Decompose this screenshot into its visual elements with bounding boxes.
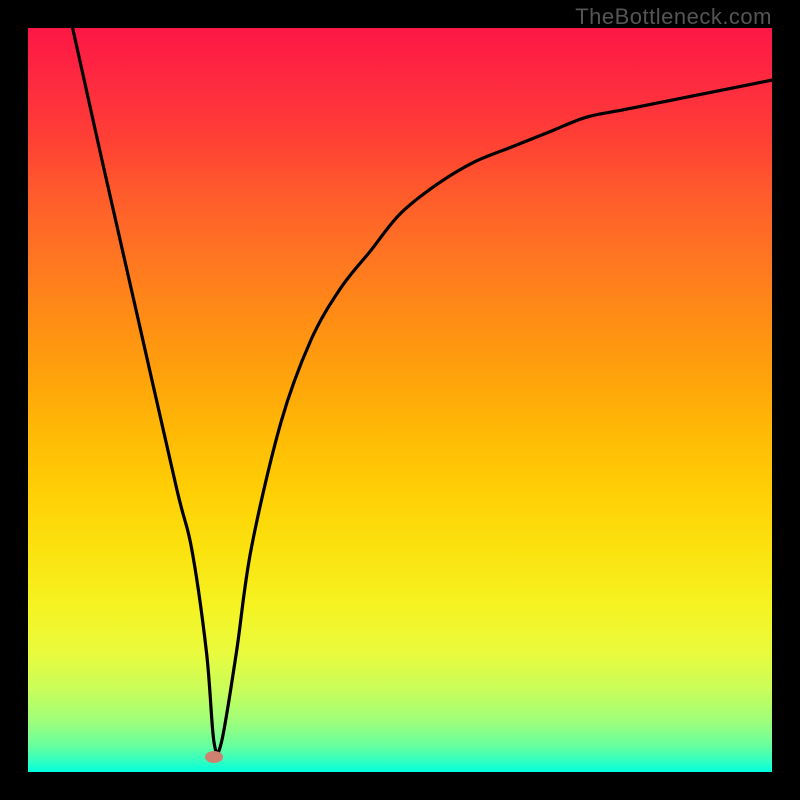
optimum-marker (205, 751, 223, 763)
chart-frame: TheBottleneck.com (0, 0, 800, 800)
watermark-text: TheBottleneck.com (575, 4, 772, 30)
plot-area (28, 28, 772, 772)
bottleneck-curve (28, 28, 772, 772)
